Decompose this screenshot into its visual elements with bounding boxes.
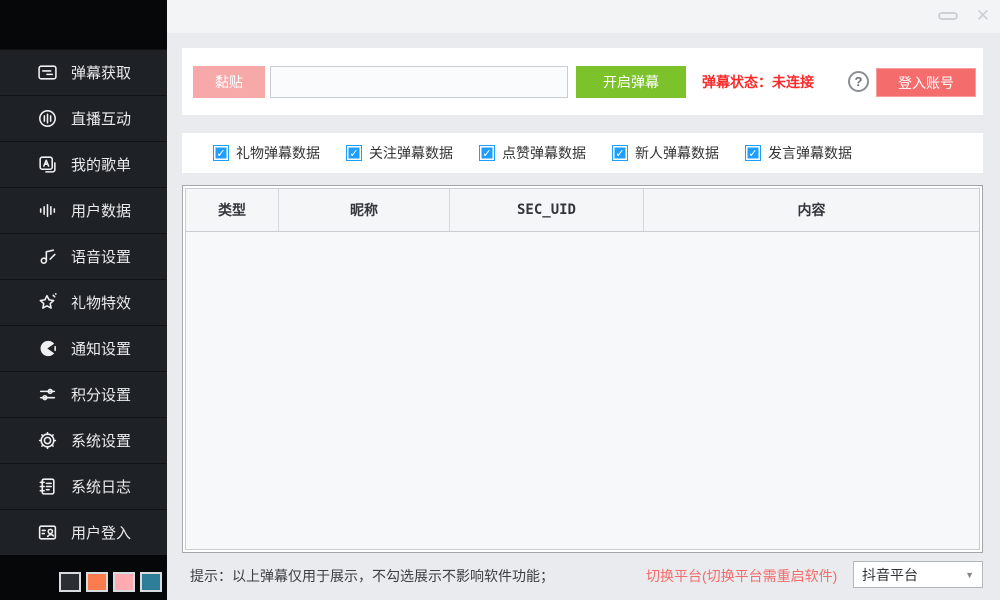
room-url-input[interactable]: [270, 66, 568, 98]
login-account-button[interactable]: 登入账号: [876, 68, 976, 97]
column-header-nickname: 昵称: [279, 189, 450, 231]
sidebar-item-label: 系统日志: [71, 476, 131, 497]
sidebar-item-live-interaction[interactable]: 直播互动: [0, 95, 167, 141]
danmaku-capture-icon: [37, 62, 58, 83]
sidebar-item-system-settings[interactable]: 系统设置: [0, 417, 167, 463]
filter-like-checkbox[interactable]: ✓ 点赞弹幕数据: [479, 143, 586, 163]
checkbox-checked-icon[interactable]: ✓: [479, 145, 495, 161]
theme-swatch-bar: [0, 555, 167, 600]
sidebar-item-label: 系统设置: [71, 430, 131, 451]
sidebar-item-voice-settings[interactable]: 语音设置: [0, 233, 167, 279]
titlebar: ✕: [167, 0, 1000, 33]
filter-follow-checkbox[interactable]: ✓ 关注弹幕数据: [346, 143, 453, 163]
toolbar-panel: 黏贴 开启弹幕 弹幕状态：未连接 ? 登入账号: [182, 48, 983, 115]
checkbox-checked-icon[interactable]: ✓: [612, 145, 628, 161]
table-header-row: 类型 昵称 SEC_UID 内容: [186, 189, 979, 232]
system-settings-icon: [37, 430, 58, 451]
sidebar-item-label: 积分设置: [71, 384, 131, 405]
theme-swatch-orange[interactable]: [86, 572, 108, 592]
app-window: 弹幕获取 直播互动 我的歌单 用户数据 语音设置: [0, 0, 1000, 600]
danmaku-status-text: 弹幕状态：未连接: [702, 66, 814, 98]
filter-label: 新人弹幕数据: [635, 143, 719, 163]
theme-swatch-pink[interactable]: [113, 572, 135, 592]
theme-swatch-dark[interactable]: [59, 572, 81, 592]
sidebar-item-user-data[interactable]: 用户数据: [0, 187, 167, 233]
sidebar-item-label: 礼物特效: [71, 292, 131, 313]
column-header-type: 类型: [186, 189, 279, 231]
sidebar-item-my-playlist[interactable]: 我的歌单: [0, 141, 167, 187]
sidebar-item-label: 通知设置: [71, 338, 131, 359]
checkbox-checked-icon[interactable]: ✓: [745, 145, 761, 161]
filter-gift-checkbox[interactable]: ✓ 礼物弹幕数据: [213, 143, 320, 163]
my-playlist-icon: [37, 154, 58, 175]
danmaku-table: 类型 昵称 SEC_UID 内容: [182, 185, 983, 553]
filter-label: 发言弹幕数据: [768, 143, 852, 163]
sidebar-item-danmaku-capture[interactable]: 弹幕获取: [0, 49, 167, 95]
sidebar-item-user-login[interactable]: 用户登入: [0, 509, 167, 555]
live-interaction-icon: [37, 108, 58, 129]
filter-label: 礼物弹幕数据: [236, 143, 320, 163]
sidebar-item-label: 用户登入: [71, 522, 131, 543]
notification-settings-icon: [37, 338, 58, 359]
paste-button[interactable]: 黏贴: [193, 66, 265, 98]
voice-settings-icon: [37, 246, 58, 267]
filter-chat-checkbox[interactable]: ✓ 发言弹幕数据: [745, 143, 852, 163]
filter-panel: ✓ 礼物弹幕数据 ✓ 关注弹幕数据 ✓ 点赞弹幕数据 ✓ 新人弹幕数据 ✓ 发言…: [182, 133, 983, 173]
sidebar-item-label: 用户数据: [71, 200, 131, 221]
minimize-button[interactable]: [938, 12, 958, 20]
theme-swatch-teal[interactable]: [140, 572, 162, 592]
sidebar-item-system-log[interactable]: 系统日志: [0, 463, 167, 509]
close-button[interactable]: ✕: [976, 4, 990, 28]
column-header-content: 内容: [644, 189, 979, 231]
sidebar-item-label: 语音设置: [71, 246, 131, 267]
footer-hint-text: 提示：以上弹幕仅用于展示，不勾选展示不影响软件功能；: [190, 566, 554, 586]
sidebar-item-label: 弹幕获取: [71, 62, 131, 83]
filter-newcomer-checkbox[interactable]: ✓ 新人弹幕数据: [612, 143, 719, 163]
sidebar-item-label: 直播互动: [71, 108, 131, 129]
column-header-sec-uid: SEC_UID: [450, 189, 644, 231]
start-danmaku-button[interactable]: 开启弹幕: [576, 66, 686, 98]
user-login-icon: [37, 522, 58, 543]
sidebar-item-gift-effects[interactable]: 礼物特效: [0, 279, 167, 325]
filter-label: 点赞弹幕数据: [502, 143, 586, 163]
platform-dropdown-value: 抖音平台: [862, 565, 965, 585]
platform-dropdown[interactable]: 抖音平台 ▼: [853, 561, 983, 588]
sidebar-item-points-settings[interactable]: 积分设置: [0, 371, 167, 417]
gift-effects-icon: [37, 292, 58, 313]
sidebar-item-notification-settings[interactable]: 通知设置: [0, 325, 167, 371]
points-settings-icon: [37, 384, 58, 405]
system-log-icon: [37, 476, 58, 497]
table-body-empty: [186, 232, 979, 549]
user-data-icon: [37, 200, 58, 221]
chevron-down-icon: ▼: [965, 570, 974, 580]
sidebar-logo-area: [0, 0, 167, 49]
filter-label: 关注弹幕数据: [369, 143, 453, 163]
help-icon[interactable]: ?: [848, 71, 869, 92]
checkbox-checked-icon[interactable]: ✓: [346, 145, 362, 161]
sidebar-item-label: 我的歌单: [71, 154, 131, 175]
switch-platform-link[interactable]: 切换平台(切换平台需重启软件): [646, 566, 837, 586]
sidebar: 弹幕获取 直播互动 我的歌单 用户数据 语音设置: [0, 0, 167, 600]
checkbox-checked-icon[interactable]: ✓: [213, 145, 229, 161]
